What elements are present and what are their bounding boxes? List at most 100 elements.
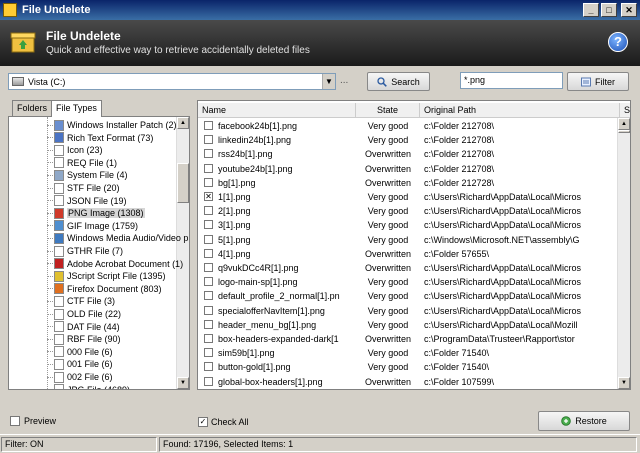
table-row[interactable]: rss24b[1].png Overwritten c:\Folder 212708… — [198, 147, 630, 161]
file-name-cell: bg[1].png — [218, 177, 256, 188]
tab-file-types[interactable]: File Types — [51, 100, 102, 117]
filter-button[interactable]: Filter — [567, 72, 629, 91]
table-row[interactable]: 5[1].png Very good c:\Windows\Microsoft.NE… — [198, 233, 630, 247]
row-checkbox[interactable] — [204, 348, 213, 358]
table-row[interactable]: facebook24b[1].png Very good c:\Folder 212… — [198, 119, 630, 133]
maximize-button[interactable]: □ — [601, 3, 617, 17]
state-cell: Very good — [367, 121, 409, 131]
browse-ellipsis[interactable]: ... — [340, 75, 348, 86]
preview-checkbox[interactable] — [10, 416, 20, 426]
file-type-item[interactable]: STF File (20) — [47, 182, 120, 194]
column-state[interactable]: State — [356, 103, 420, 118]
search-button[interactable]: Search — [367, 72, 430, 91]
table-row[interactable]: header_menu_bg[1].png Very good c:\Users\R… — [198, 318, 630, 332]
table-row[interactable]: 2[1].png Very good c:\Users\Richard\AppDat… — [198, 204, 630, 218]
table-row[interactable]: 3[1].png Very good c:\Users\Richard\AppDat… — [198, 218, 630, 232]
scroll-thumb[interactable] — [177, 163, 189, 203]
help-icon[interactable]: ? — [608, 32, 628, 52]
table-row[interactable]: ✕ 1[1].png Very good c:\Users\Richard\AppDa… — [198, 190, 630, 204]
tab-folders[interactable]: Folders — [12, 100, 53, 116]
row-checkbox[interactable] — [204, 163, 213, 173]
file-type-item[interactable]: JPG File (4689) — [47, 384, 130, 389]
row-checkbox[interactable] — [204, 291, 213, 301]
row-checkbox[interactable] — [204, 362, 213, 372]
chevron-down-icon[interactable]: ▼ — [322, 74, 335, 89]
table-row[interactable]: youtube24b[1].png Overwritten c:\Folder 21… — [198, 162, 630, 176]
scroll-down-icon[interactable]: ▼ — [177, 377, 189, 389]
scroll-up-icon[interactable]: ▲ — [618, 118, 630, 130]
table-row[interactable]: default_profile_2_normal[1].pn Very good c… — [198, 289, 630, 303]
column-size[interactable]: Siz — [620, 103, 630, 118]
file-type-item[interactable]: PNG Image (1308) — [47, 207, 145, 219]
table-row[interactable]: q9vukDCc4R[1].png Overwritten c:\Users\Ric… — [198, 261, 630, 275]
row-checkbox[interactable] — [204, 248, 213, 258]
file-type-tree[interactable]: ▲ ▼ Windows Installer Patch (2) Rich Text… — [8, 116, 190, 390]
row-checkbox[interactable] — [204, 177, 213, 187]
file-type-item[interactable]: Icon (23) — [47, 144, 103, 156]
check-all-checkbox[interactable]: ✓ — [198, 417, 208, 427]
file-type-item[interactable]: REQ File (1) — [47, 157, 117, 169]
row-checkbox[interactable] — [204, 277, 213, 287]
row-checkbox[interactable] — [204, 149, 213, 159]
table-row[interactable]: button-gold[1].png Very good c:\Folder 715… — [198, 360, 630, 374]
restore-button[interactable]: Restore — [538, 411, 630, 431]
file-type-item[interactable]: CTF File (3) — [47, 295, 115, 307]
hard-drive-icon — [12, 77, 24, 86]
column-original-path[interactable]: Original Path — [420, 103, 620, 118]
table-row[interactable]: specialofferNavItem[1].png Very good c:\Us… — [198, 304, 630, 318]
close-button[interactable]: ✕ — [621, 3, 637, 17]
table-row[interactable]: logo-main-sp[1].png Very good c:\Users\Ric… — [198, 275, 630, 289]
file-type-item[interactable]: JSON File (19) — [47, 195, 127, 207]
file-type-item[interactable]: 002 File (6) — [47, 371, 113, 383]
table-row[interactable]: sim59b[1].pngVery goodc:\Folder 71540\4.… — [198, 346, 630, 360]
row-checkbox[interactable] — [204, 220, 213, 230]
file-type-item[interactable]: GIF Image (1759) — [47, 220, 138, 232]
row-checkbox[interactable] — [204, 319, 213, 329]
left-panel: Folders File Types ▲ ▼ Windows Installer… — [8, 100, 190, 390]
table-row[interactable]: 4[1].pngOverwrittenc:\Folder 57655\22.3 — [198, 247, 630, 261]
minimize-button[interactable]: _ — [583, 3, 599, 17]
file-type-item[interactable]: Adobe Acrobat Document (1) — [47, 258, 183, 270]
file-list-scrollbar[interactable]: ▲ ▼ — [617, 118, 630, 389]
table-row[interactable]: bg[1].pngOverwrittenc:\Folder 212728\896 — [198, 176, 630, 190]
row-checkbox[interactable]: ✕ — [204, 192, 213, 201]
file-type-icon — [54, 283, 64, 295]
row-checkbox[interactable] — [204, 121, 213, 130]
file-type-label: Windows Installer Patch (2) — [67, 120, 177, 130]
row-checkbox[interactable] — [204, 263, 213, 272]
tree-scrollbar[interactable]: ▲ ▼ — [176, 117, 189, 389]
drive-select[interactable]: Vista (C:) ▼ — [8, 73, 336, 90]
file-type-item[interactable]: 001 File (6) — [47, 358, 113, 370]
file-type-item[interactable]: Rich Text Format (73) — [47, 132, 153, 144]
state-cell: Very good — [367, 348, 409, 359]
file-type-item[interactable]: Windows Installer Patch (2) — [47, 119, 177, 131]
file-type-item[interactable]: GTHR File (7) — [47, 245, 123, 257]
column-name[interactable]: Name — [198, 103, 356, 118]
file-type-item[interactable]: RBF File (90) — [47, 333, 121, 345]
scroll-down-icon[interactable]: ▼ — [618, 377, 630, 389]
row-checkbox[interactable] — [204, 234, 213, 244]
file-type-item[interactable]: OLD File (22) — [47, 308, 121, 320]
file-type-item[interactable]: JScript Script File (1395) — [47, 270, 166, 282]
banner-subtitle: Quick and effective way to retrieve acci… — [46, 45, 310, 56]
row-checkbox[interactable] — [204, 206, 213, 216]
table-row[interactable]: box-headers-expanded-dark[1 Overwritten c:… — [198, 332, 630, 346]
scroll-thumb[interactable] — [618, 130, 630, 133]
file-type-item[interactable]: 000 File (6) — [47, 346, 113, 358]
file-type-item[interactable]: Windows Media Audio/Video pl — [47, 232, 189, 244]
state-cell: Very good — [367, 192, 409, 202]
tree-branch — [47, 300, 53, 302]
tree-branch — [47, 187, 53, 189]
row-checkbox[interactable] — [204, 135, 213, 145]
file-type-item[interactable]: Firefox Document (803) — [47, 283, 162, 295]
row-checkbox[interactable] — [204, 376, 213, 386]
file-type-icon — [54, 119, 64, 131]
file-type-item[interactable]: DAT File (44) — [47, 321, 120, 333]
file-type-item[interactable]: System File (4) — [47, 169, 128, 181]
table-row[interactable]: global-box-headers[1].png Overwritten c:\F… — [198, 375, 630, 389]
row-checkbox[interactable] — [204, 334, 213, 343]
row-checkbox[interactable] — [204, 305, 213, 315]
filter-input[interactable]: *.png — [460, 72, 563, 89]
table-row[interactable]: linkedin24b[1].png Very good c:\Folder 212… — [198, 133, 630, 147]
scroll-up-icon[interactable]: ▲ — [177, 117, 189, 129]
